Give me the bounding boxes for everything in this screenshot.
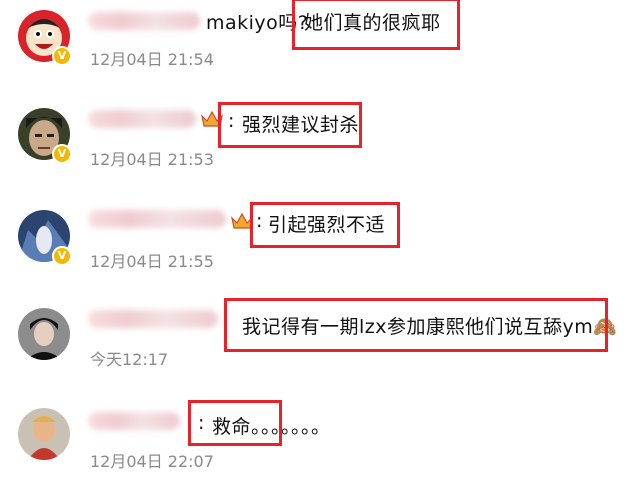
v-badge-icon: V	[52, 144, 72, 164]
username-blurred[interactable]	[88, 412, 180, 430]
v-badge-icon: V	[52, 246, 72, 266]
highlight-box	[218, 102, 362, 148]
username-blurred[interactable]	[88, 210, 226, 228]
username-blurred[interactable]	[88, 110, 196, 128]
avatar[interactable]	[18, 408, 70, 460]
comment-time: 12月04日 21:53	[90, 150, 214, 169]
comment-time: 12月04日 22:07	[90, 452, 214, 471]
highlight-box	[292, 0, 460, 50]
comment-time: 12月04日 21:55	[90, 252, 214, 271]
comment-item: V : 强烈建议封杀 12月04日 21:53	[0, 98, 640, 196]
highlight-box	[250, 202, 400, 248]
comment-item: 我记得有一期lzx参加康熙他们说互舔ym🙈 今天12:17	[0, 294, 640, 392]
highlight-box	[188, 400, 282, 446]
comment-time: 今天12:17	[90, 350, 169, 369]
username-blurred[interactable]	[88, 12, 200, 30]
v-badge-icon: V	[52, 46, 72, 66]
username-blurred[interactable]	[88, 310, 218, 328]
comment-item: V makiyo吗? 她们真的很疯耶 12月04日 21:54	[0, 0, 640, 98]
avatar[interactable]	[18, 308, 70, 360]
comment-item: V : 引起强烈不适 12月04日 21:55	[0, 196, 640, 294]
comment-time: 12月04日 21:54	[90, 50, 214, 69]
comment-item: : 救命。。。。。。。 12月04日 22:07	[0, 392, 640, 490]
highlight-box	[224, 298, 608, 352]
